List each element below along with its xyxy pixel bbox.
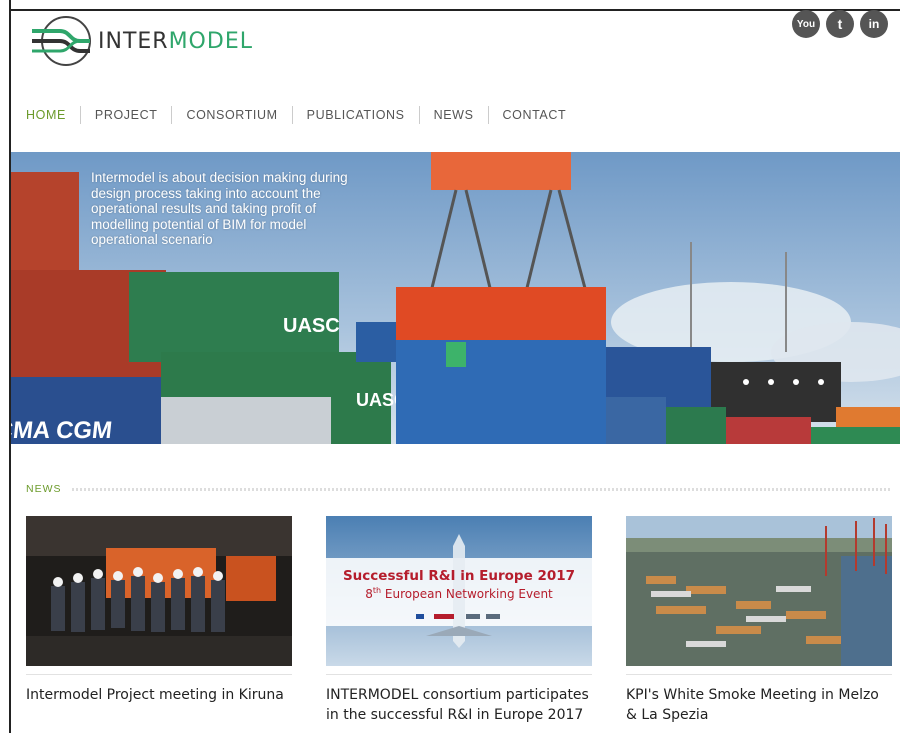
event-banner-ordinal: 8 [365,587,373,601]
news-card-divider [626,674,892,675]
news-card-title[interactable]: INTERMODEL consortium participates in th… [326,685,592,725]
site-logo[interactable]: INTERMODEL [30,15,253,67]
nav-consortium[interactable]: CONSORTIUM [172,108,291,122]
news-card-image[interactable]: Successful R&I in Europe 2017 8th Europe… [326,516,592,666]
logo-wordmark-part2: MODEL [168,28,253,54]
logo-wordmark-part1: INTER [98,28,169,54]
youtube-icon[interactable]: You [792,10,820,38]
event-banner-subtitle: 8th European Networking Event [336,586,582,601]
container-label-uasc-1: UASC [283,315,340,337]
news-card-kiruna[interactable]: Intermodel Project meeting in Kiruna [26,516,292,705]
window-frame-top [9,9,900,11]
event-banner-title: Successful R&I in Europe 2017 [342,568,576,584]
hero-caption: Intermodel is about decision making duri… [91,170,348,247]
event-banner-subtitle-text: European Networking Event [381,587,553,601]
news-section-rule [72,488,892,491]
news-card-title[interactable]: KPI's White Smoke Meeting in Melzo & La … [626,685,892,725]
nav-publications[interactable]: PUBLICATIONS [293,108,419,122]
nav-project[interactable]: PROJECT [81,108,172,122]
news-card-image[interactable] [626,516,892,666]
logo-wordmark: INTERMODEL [98,29,253,54]
main-nav: HOME PROJECT CONSORTIUM PUBLICATIONS NEW… [26,106,580,124]
nav-contact[interactable]: CONTACT [489,108,581,122]
news-card-white-smoke[interactable]: KPI's White Smoke Meeting in Melzo & La … [626,516,892,725]
container-label-cma: CMA CGM [11,417,113,444]
news-card-title[interactable]: Intermodel Project meeting in Kiruna [26,685,292,705]
twitter-icon[interactable]: t [826,10,854,38]
port-aerial-photo [626,516,892,666]
kiruna-meeting-photo [26,516,292,666]
news-card-divider [326,674,592,675]
event-banner-ordinal-suffix: th [372,586,382,595]
linkedin-icon[interactable]: in [860,10,888,38]
hero-banner: CMA CGM UASC UASC Intermodel is about de… [11,152,900,444]
news-card-divider [26,674,292,675]
social-links: You t in [792,10,888,38]
news-card-image[interactable] [26,516,292,666]
nav-home[interactable]: HOME [26,108,80,122]
nav-news[interactable]: NEWS [420,108,488,122]
news-section-label: NEWS [26,483,62,495]
news-card-ri-europe[interactable]: Successful R&I in Europe 2017 8th Europe… [326,516,592,725]
intermodel-logo-icon [32,16,91,66]
